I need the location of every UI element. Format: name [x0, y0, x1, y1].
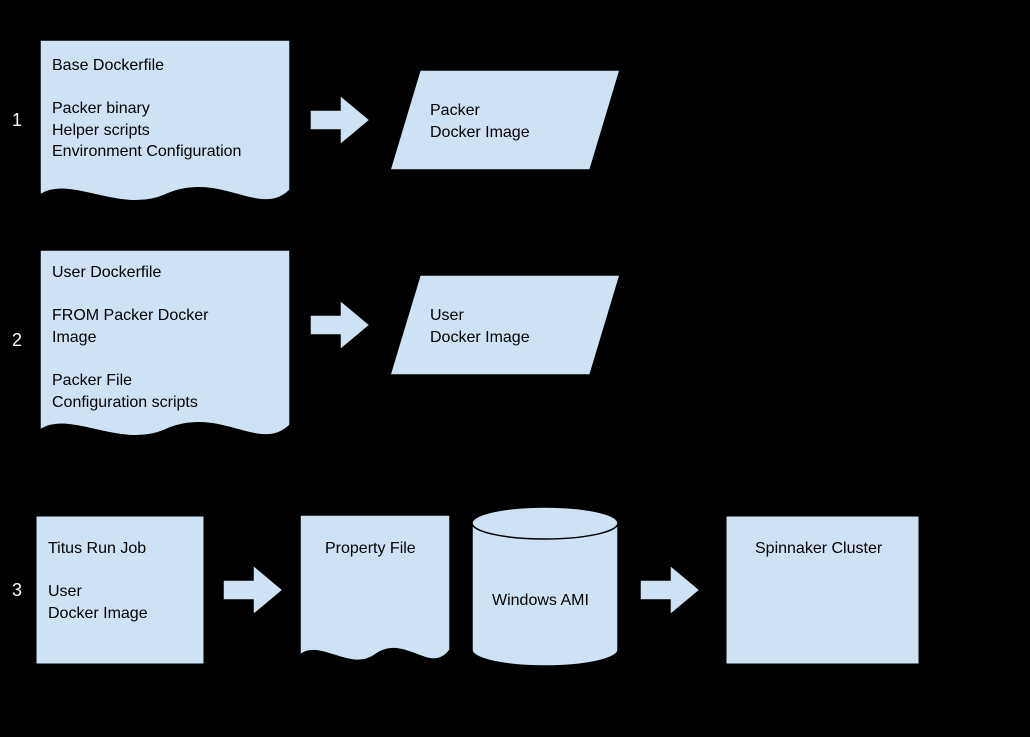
doc-subtitle: FROM Packer DockerImage	[52, 305, 208, 348]
property-file-text: Property File	[325, 538, 416, 560]
packer-docker-image-text: Packer Docker Image	[430, 100, 530, 143]
arrow-icon	[310, 300, 370, 350]
doc-line: Configuration scripts	[52, 392, 208, 414]
titus-run-job-text: Titus Run Job User Docker Image	[48, 538, 148, 624]
doc-line: Packer File	[52, 370, 208, 392]
doc-title: User Dockerfile	[52, 262, 208, 284]
doc-line: Helper scripts	[52, 120, 241, 142]
spinnaker-cluster-text: Spinnaker Cluster	[755, 538, 882, 560]
user-dockerfile-text: User Dockerfile FROM Packer DockerImage …	[52, 262, 208, 413]
windows-ami-text: Windows AMI	[492, 590, 589, 612]
row-label-1: 1	[12, 110, 22, 131]
arrow-icon	[223, 565, 283, 615]
arrow-icon	[310, 95, 370, 145]
row-label-3: 3	[12, 580, 22, 601]
doc-line: Environment Configuration	[52, 141, 241, 163]
doc-title: Base Dockerfile	[52, 55, 241, 77]
arrow-icon	[640, 565, 700, 615]
row-label-2: 2	[12, 330, 22, 351]
windows-ami-cylinder	[470, 505, 620, 670]
user-docker-image-text: User Docker Image	[430, 305, 530, 348]
doc-line: Packer binary	[52, 98, 241, 120]
base-dockerfile-text: Base Dockerfile Packer binary Helper scr…	[52, 55, 241, 163]
